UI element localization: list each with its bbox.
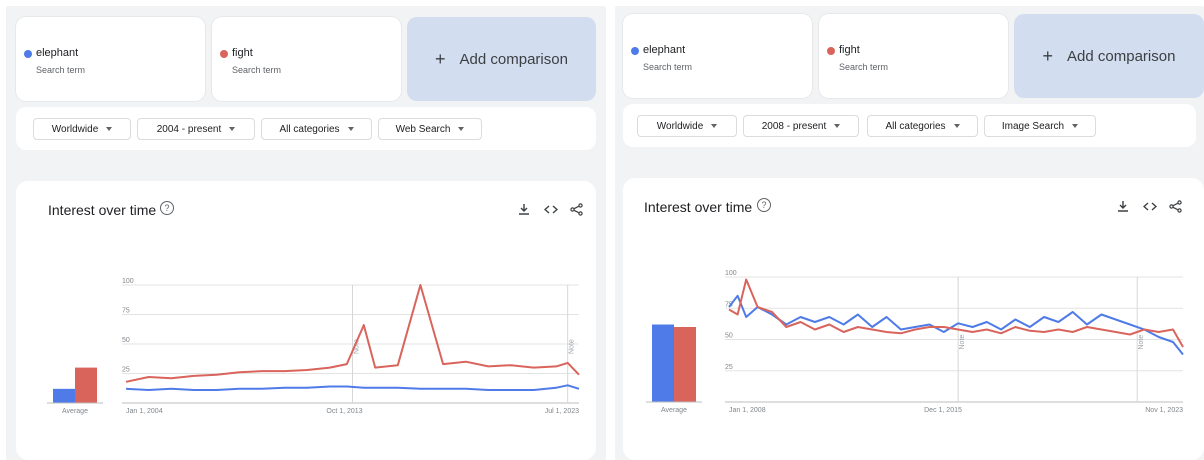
- right-panel: elephant Search term fight Search term +…: [615, 6, 1204, 460]
- add-comparison-button[interactable]: + Add comparison: [407, 17, 596, 101]
- term-card-elephant[interactable]: elephant Search term: [623, 14, 812, 98]
- term-name: fight: [839, 44, 860, 56]
- average-label: Average: [62, 408, 88, 415]
- note-label: Note: [1138, 335, 1145, 350]
- x-tick-label: Oct 1, 2013: [326, 408, 362, 415]
- filter-search-type[interactable]: Image Search: [984, 115, 1096, 137]
- filter-label: Worldwide: [656, 120, 704, 132]
- average-bar-elephant: [53, 388, 75, 403]
- filter-category[interactable]: All categories: [261, 118, 372, 140]
- series-line-elephant: [728, 294, 1184, 356]
- filter-time[interactable]: 2004 - present: [137, 118, 255, 140]
- fight-color-dot: [827, 47, 835, 55]
- term-sub: Search term: [232, 65, 282, 75]
- filter-search-type[interactable]: Web Search: [378, 118, 482, 140]
- filters-bar: Worldwide 2004 - present All categories …: [16, 107, 596, 150]
- term-sub: Search term: [36, 65, 86, 75]
- filter-region[interactable]: Worldwide: [33, 118, 131, 140]
- average-label: Average: [661, 407, 687, 414]
- chevron-down-icon: [953, 124, 960, 128]
- average-bar-elephant: [652, 324, 674, 402]
- filter-region[interactable]: Worldwide: [637, 115, 737, 137]
- series-line-fight: [728, 278, 1184, 348]
- chevron-down-icon: [347, 127, 354, 131]
- fight-color-dot: [220, 50, 228, 58]
- left-panel: elephant Search term fight Search term +…: [6, 6, 606, 460]
- interest-over-time-card: Interest over time ? 25 50 75 100 Note Note Ja…: [623, 178, 1204, 460]
- note-label: Note: [959, 335, 966, 350]
- chevron-down-icon: [834, 124, 841, 128]
- y-tick-label: 100: [122, 278, 134, 285]
- x-tick-label: Jan 1, 2004: [126, 408, 163, 415]
- elephant-color-dot: [24, 50, 32, 58]
- filter-time[interactable]: 2008 - present: [743, 115, 859, 137]
- x-tick-label: Dec 1, 2015: [924, 407, 962, 414]
- add-comparison-button[interactable]: + Add comparison: [1014, 14, 1204, 98]
- term-sub: Search term: [643, 62, 693, 72]
- plus-icon: +: [435, 48, 446, 69]
- term-card-elephant[interactable]: elephant Search term: [16, 17, 205, 101]
- filter-label: All categories: [885, 120, 946, 132]
- x-tick-label: Nov 1, 2023: [1145, 407, 1183, 414]
- filter-label: 2008 - present: [761, 120, 827, 132]
- add-comparison-label: Add comparison: [459, 50, 568, 68]
- filter-label: Worldwide: [51, 123, 99, 135]
- filter-label: Web Search: [395, 123, 451, 135]
- term-sub: Search term: [839, 62, 889, 72]
- filter-label: 2004 - present: [156, 123, 222, 135]
- note-label: Note: [569, 339, 576, 354]
- average-bar-fight: [75, 367, 97, 403]
- x-tick-label: Jan 1, 2008: [729, 407, 766, 414]
- plus-icon: +: [1042, 45, 1054, 66]
- chevron-down-icon: [229, 127, 236, 131]
- filter-label: All categories: [279, 123, 340, 135]
- interest-over-time-card: Interest over time ? 25 50 75 100 Note Note Ja…: [16, 181, 596, 460]
- line-chart: 255075100Note NoteJan 1, 2008 Dec 1, 2015 N…: [646, 270, 1184, 414]
- term-card-fight[interactable]: fight Search term: [212, 17, 401, 101]
- line-chart: 255075100Note NoteJan 1, 2004 Oct 1, 2013 J…: [47, 278, 580, 415]
- filter-category[interactable]: All categories: [867, 115, 978, 137]
- term-name: elephant: [643, 44, 686, 56]
- filter-label: Image Search: [1001, 120, 1065, 132]
- y-tick-label: 75: [122, 308, 130, 315]
- y-tick-label: 25: [122, 367, 130, 374]
- term-card-fight[interactable]: fight Search term: [819, 14, 1008, 98]
- chevron-down-icon: [106, 127, 113, 131]
- term-name: fight: [232, 47, 253, 59]
- x-tick-label: Jul 1, 2023: [545, 408, 579, 415]
- y-tick-label: 50: [122, 337, 130, 344]
- add-comparison-label: Add comparison: [1067, 47, 1176, 65]
- average-bar-fight: [674, 327, 696, 402]
- filters-bar: Worldwide 2008 - present All categories …: [623, 104, 1196, 147]
- y-tick-label: 50: [725, 333, 733, 340]
- elephant-color-dot: [631, 47, 639, 55]
- chevron-down-icon: [711, 124, 718, 128]
- chevron-down-icon: [458, 127, 465, 131]
- y-tick-label: 100: [725, 270, 737, 277]
- y-tick-label: 25: [725, 364, 733, 371]
- chevron-down-icon: [1072, 124, 1079, 128]
- term-name: elephant: [36, 47, 79, 59]
